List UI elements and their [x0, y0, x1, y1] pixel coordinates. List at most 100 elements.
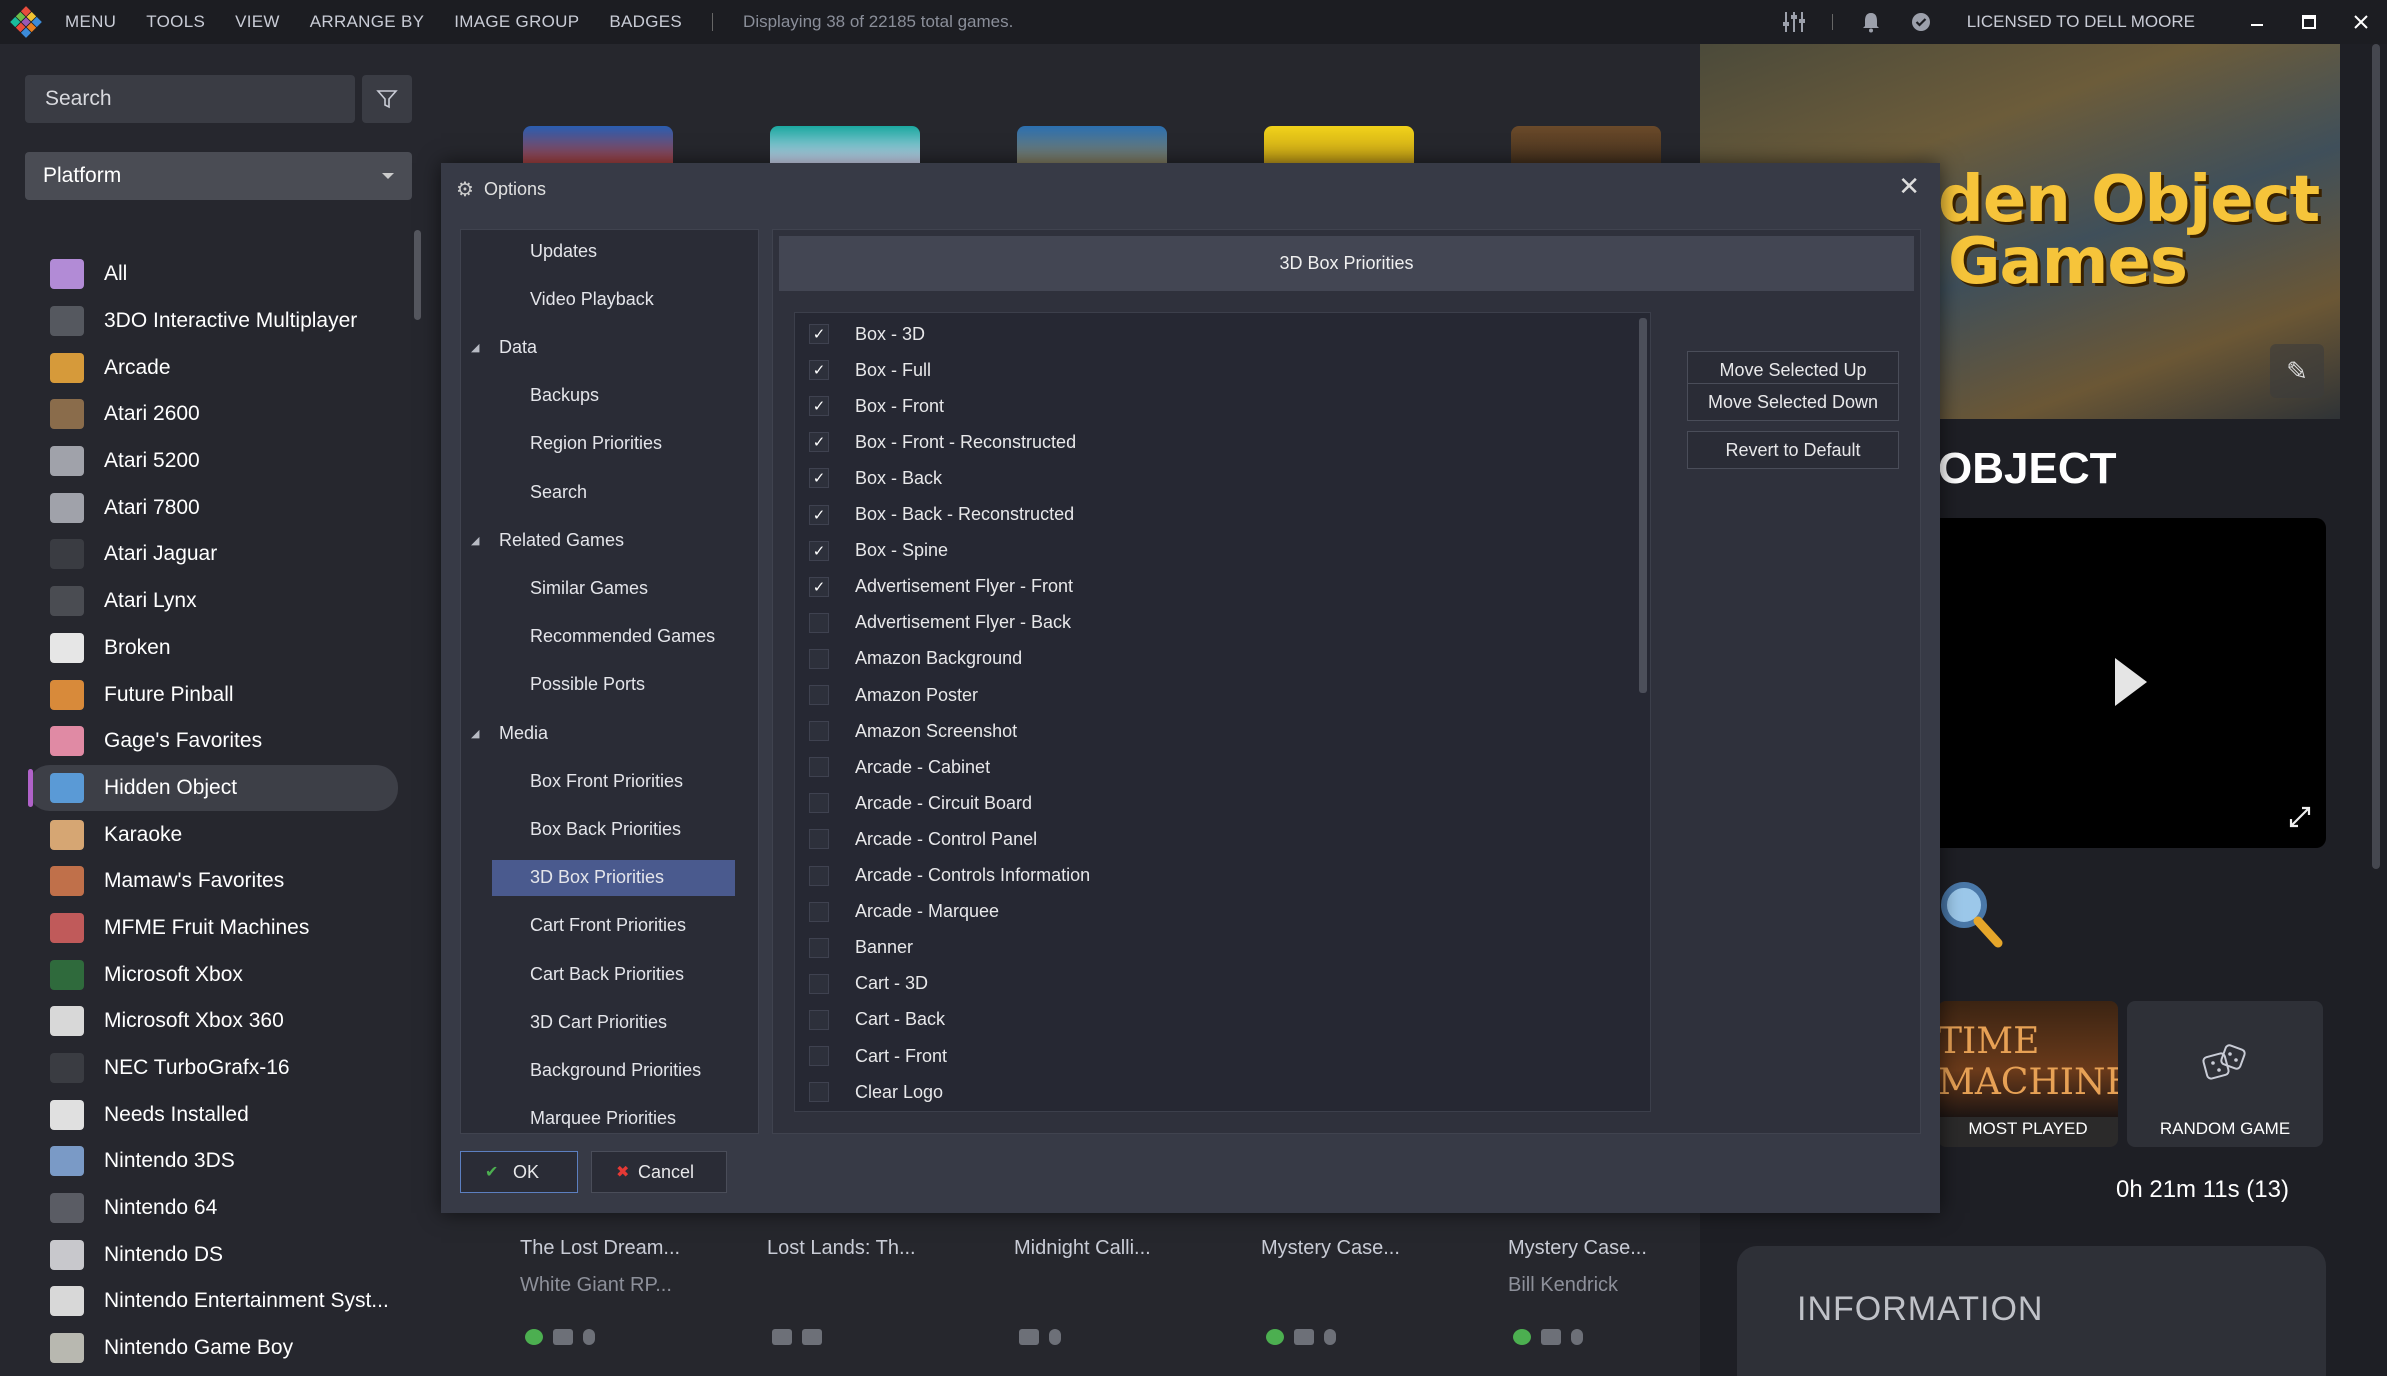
list-item[interactable]: ✓ Box - Full — [809, 352, 931, 388]
game-title[interactable]: Mystery Case... — [1261, 1237, 1400, 1260]
check-circle-icon[interactable] — [1905, 6, 1937, 38]
checkbox[interactable] — [809, 757, 829, 778]
close-window-button[interactable] — [2335, 0, 2387, 44]
list-item[interactable]: Amazon Poster — [809, 677, 978, 713]
checkbox[interactable] — [809, 937, 829, 958]
sidebar-item-platform[interactable]: Broken — [28, 625, 398, 672]
sidebar-item-platform[interactable]: Needs Installed — [28, 1091, 398, 1138]
list-item[interactable]: Arcade - Controls Information — [809, 858, 1090, 894]
checkbox[interactable]: ✓ — [809, 396, 829, 417]
edit-pencil-icon[interactable]: ✎ — [2270, 344, 2324, 398]
revert-to-default-button[interactable]: Revert to Default — [1687, 431, 1899, 469]
list-item[interactable]: Amazon Screenshot — [809, 713, 1017, 749]
most-played-card[interactable]: TIME MACHINE MOST PLAYED — [1938, 1001, 2118, 1147]
checkbox[interactable]: ✓ — [809, 576, 829, 597]
checkbox[interactable] — [809, 1009, 829, 1030]
sidebar-item-platform[interactable]: 3DO Interactive Multiplayer — [28, 298, 398, 345]
list-item[interactable]: ✓ Box - Spine — [809, 533, 948, 569]
list-item[interactable]: Arcade - Circuit Board — [809, 785, 1032, 821]
play-icon[interactable] — [2115, 658, 2147, 706]
checkbox[interactable] — [809, 721, 829, 742]
minimize-button[interactable] — [2231, 0, 2283, 44]
checkbox[interactable] — [809, 612, 829, 633]
checkbox[interactable] — [809, 648, 829, 669]
game-title[interactable]: Lost Lands: Th... — [767, 1237, 916, 1260]
checkbox[interactable] — [809, 685, 829, 705]
video-player[interactable] — [1938, 518, 2326, 848]
list-item[interactable]: ✓ Box - Front — [809, 388, 944, 424]
tree-item[interactable]: Cart Front Priorities — [492, 908, 735, 944]
menu-arrange-by[interactable]: ARRANGE BY — [310, 12, 424, 32]
tree-item[interactable]: Box Back Priorities — [492, 811, 735, 847]
game-title[interactable]: Mystery Case... — [1508, 1237, 1647, 1260]
list-item[interactable]: Cart - Front — [809, 1038, 947, 1074]
checkbox[interactable] — [809, 793, 829, 814]
list-item[interactable]: Advertisement Flyer - Back — [809, 605, 1071, 641]
checkbox[interactable]: ✓ — [809, 432, 829, 453]
list-item[interactable]: Amazon Background — [809, 641, 1022, 677]
sidebar-item-platform[interactable]: Atari Lynx — [28, 578, 398, 625]
tree-item[interactable]: Region Priorities — [492, 426, 735, 462]
checkbox[interactable] — [809, 865, 829, 886]
checkbox[interactable]: ✓ — [809, 468, 829, 489]
tree-expand-icon[interactable]: ◢ — [471, 341, 479, 354]
tree-item[interactable]: Video Playback — [492, 281, 735, 317]
sidebar-item-platform[interactable]: Nintendo 64 — [28, 1185, 398, 1232]
sidebar-item-platform[interactable]: Arcade — [28, 344, 398, 391]
tree-item[interactable]: Marquee Priorities — [492, 1101, 735, 1133]
list-item[interactable]: Cart - Back — [809, 1002, 945, 1038]
sidebar-item-platform[interactable]: Gage's Favorites — [28, 718, 398, 765]
list-item[interactable]: Arcade - Cabinet — [809, 749, 990, 785]
sidebar-item-platform[interactable]: Microsoft Xbox 360 — [28, 998, 398, 1045]
tree-item[interactable]: Cart Back Priorities — [492, 956, 735, 992]
filter-button[interactable] — [362, 75, 412, 123]
bell-icon[interactable] — [1855, 6, 1887, 38]
list-item[interactable]: Clear Logo — [809, 1074, 943, 1110]
tree-item[interactable]: 3D Cart Priorities — [492, 1004, 735, 1040]
tree-group[interactable]: Data — [499, 329, 749, 365]
menu-badges[interactable]: BADGES — [609, 12, 682, 32]
tree-item[interactable]: Similar Games — [492, 570, 735, 606]
tree-item[interactable]: Backups — [492, 378, 735, 414]
random-game-card[interactable]: RANDOM GAME — [2127, 1001, 2323, 1147]
list-item[interactable]: Banner — [809, 930, 913, 966]
sidebar-item-platform[interactable]: Future Pinball — [28, 671, 398, 718]
tree-group[interactable]: Media — [499, 715, 749, 751]
menu-image-group[interactable]: IMAGE GROUP — [454, 12, 579, 32]
maximize-button[interactable] — [2283, 0, 2335, 44]
tree-item[interactable]: Updates — [492, 233, 735, 269]
tree-expand-icon[interactable]: ◢ — [471, 534, 479, 547]
sidebar-item-platform[interactable]: Nintendo Entertainment Syst... — [28, 1278, 398, 1325]
search-input[interactable]: Search — [25, 75, 355, 123]
checkbox[interactable] — [809, 973, 829, 994]
checkbox[interactable]: ✓ — [809, 324, 829, 344]
tree-item[interactable]: Recommended Games — [492, 619, 735, 655]
menu-menu[interactable]: MENU — [65, 12, 116, 32]
tree-item[interactable]: Search — [492, 474, 735, 510]
ok-button[interactable]: ✔ OK — [460, 1151, 578, 1193]
sidebar-item-platform[interactable]: Atari Jaguar — [28, 531, 398, 578]
tree-expand-icon[interactable]: ◢ — [471, 727, 479, 740]
close-icon[interactable]: ✕ — [1898, 171, 1920, 202]
sidebar-item-platform[interactable]: MFME Fruit Machines — [28, 905, 398, 952]
sidebar-item-platform[interactable]: Microsoft Xbox — [28, 951, 398, 998]
details-scrollbar[interactable] — [2372, 44, 2380, 869]
platform-dropdown[interactable]: Platform — [25, 152, 412, 200]
checkbox[interactable]: ✓ — [809, 360, 829, 381]
sidebar-item-platform[interactable]: Nintendo DS — [28, 1231, 398, 1278]
menu-tools[interactable]: TOOLS — [146, 12, 205, 32]
tree-item[interactable]: Background Priorities — [492, 1052, 735, 1088]
list-item[interactable]: Cart - 3D — [809, 966, 928, 1002]
checkbox[interactable]: ✓ — [809, 540, 829, 561]
equalizer-icon[interactable] — [1778, 6, 1810, 38]
app-logo-icon[interactable] — [10, 6, 42, 38]
checkbox[interactable] — [809, 1046, 829, 1066]
menu-view[interactable]: VIEW — [235, 12, 280, 32]
checkbox[interactable]: ✓ — [809, 504, 829, 525]
sidebar-item-platform[interactable]: Nintendo 3DS — [28, 1138, 398, 1185]
sidebar-item-platform[interactable]: Atari 7800 — [28, 484, 398, 531]
tree-item[interactable]: Box Front Priorities — [492, 763, 735, 799]
checkbox[interactable] — [809, 901, 829, 922]
list-scrollbar[interactable] — [1639, 318, 1647, 693]
sidebar-item-platform[interactable]: Karaoke — [28, 811, 398, 858]
